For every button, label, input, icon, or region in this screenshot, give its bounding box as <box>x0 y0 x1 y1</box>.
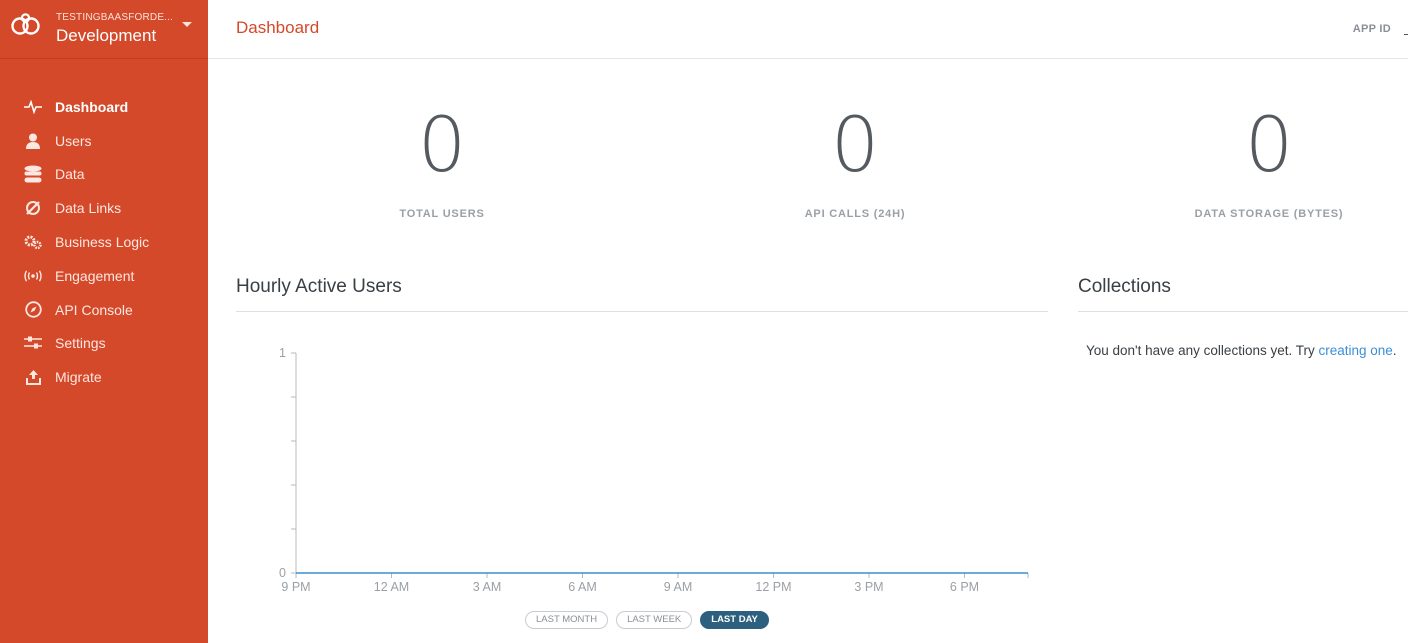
sidebar-item-label: Settings <box>55 335 106 352</box>
sidebar-item-migrate[interactable]: Migrate <box>0 360 208 394</box>
app-org-name: TESTINGBAASFORDE... <box>56 12 174 23</box>
stat-value: 0 <box>1244 100 1294 189</box>
sidebar-item-data[interactable]: Data <box>0 158 208 192</box>
gears-icon <box>24 233 42 251</box>
logo-icon <box>11 13 40 35</box>
upload-icon <box>24 368 42 386</box>
stat-label: TOTAL USERS <box>399 208 485 220</box>
sliders-icon <box>24 334 42 352</box>
sidebar-item-users[interactable]: Users <box>0 124 208 158</box>
x-tick-label: 3 AM <box>473 580 502 594</box>
sidebar-item-label: Migrate <box>55 369 102 386</box>
top-bar: Dashboard APP ID <box>208 0 1408 59</box>
y-tick-label: 0 <box>279 566 286 580</box>
sidebar-item-label: Engagement <box>55 267 135 284</box>
compass-icon <box>24 301 42 319</box>
sidebar: TESTINGBAASFORDE... Development Dashboar… <box>0 0 208 643</box>
sidebar-item-data-links[interactable]: Data Links <box>0 191 208 225</box>
database-icon <box>24 165 42 183</box>
stat-value: 0 <box>830 100 880 189</box>
sidebar-item-label: Business Logic <box>55 234 150 251</box>
chevron-down-icon[interactable] <box>182 22 192 27</box>
sidebar-item-dashboard[interactable]: Dashboard <box>0 90 208 124</box>
x-tick-label: 9 AM <box>664 580 693 594</box>
sidebar-item-label: API Console <box>55 301 133 318</box>
app-environment: Development <box>56 26 157 45</box>
x-tick-label: 12 PM <box>755 580 791 594</box>
sidebar-item-settings[interactable]: Settings <box>0 327 208 361</box>
stat-value: 0 <box>417 100 467 189</box>
empty-text: You don't have any collections yet. Try <box>1086 343 1319 358</box>
link-icon <box>24 199 42 217</box>
sidebar-item-label: Dashboard <box>55 98 129 115</box>
user-icon <box>24 132 42 150</box>
app-id-value <box>1404 34 1408 35</box>
app-id-label: APP ID <box>1352 23 1391 35</box>
page-title: Dashboard <box>236 18 320 37</box>
stat-data-storage: 0 DATA STORAGE (BYTES) <box>1119 100 1408 220</box>
y-tick-label: 1 <box>279 346 286 360</box>
last-week-button[interactable]: LAST WEEK <box>616 611 693 629</box>
range-selector: LAST MONTH LAST WEEK LAST DAY <box>525 611 769 629</box>
section-divider <box>236 311 1048 312</box>
pulse-icon <box>24 98 42 116</box>
sidebar-nav: Dashboard Users Data Data Links Business… <box>0 90 208 394</box>
stat-label: DATA STORAGE (BYTES) <box>1194 208 1344 220</box>
sidebar-item-api-console[interactable]: API Console <box>0 293 208 327</box>
stat-label: API CALLS (24H) <box>804 208 906 220</box>
sidebar-item-label: Users <box>55 132 92 149</box>
sidebar-item-label: Data <box>55 166 85 183</box>
hourly-active-users-title: Hourly Active Users <box>236 276 402 297</box>
x-tick-label: 9 PM <box>281 580 310 594</box>
section-divider <box>1078 311 1408 312</box>
x-tick-label: 3 PM <box>854 580 883 594</box>
trailing-text: . <box>1392 343 1397 358</box>
collections-title: Collections <box>1078 276 1171 297</box>
last-month-button[interactable]: LAST MONTH <box>525 611 609 629</box>
last-day-button[interactable]: LAST DAY <box>700 611 769 629</box>
sidebar-item-engagement[interactable]: Engagement <box>0 259 208 293</box>
collections-empty-message: You don't have any collections yet. Try … <box>1086 343 1397 358</box>
hourly-active-users-chart: 0 1 9 PM 12 AM 3 AM 6 AM 9 AM 12 PM 3 PM 6 PM <box>279 346 1029 594</box>
app-switcher[interactable]: TESTINGBAASFORDE... Development <box>0 0 208 59</box>
x-tick-label: 6 PM <box>950 580 979 594</box>
stat-api-calls: 0 API CALLS (24H) <box>705 100 1005 220</box>
x-tick-label: 6 AM <box>568 580 597 594</box>
sidebar-item-business-logic[interactable]: Business Logic <box>0 225 208 259</box>
stat-total-users: 0 TOTAL USERS <box>292 100 592 220</box>
broadcast-icon <box>24 267 42 285</box>
x-tick-label: 12 AM <box>374 580 409 594</box>
creating-one-link[interactable]: creating one <box>1318 343 1392 358</box>
sidebar-item-label: Data Links <box>55 200 122 217</box>
